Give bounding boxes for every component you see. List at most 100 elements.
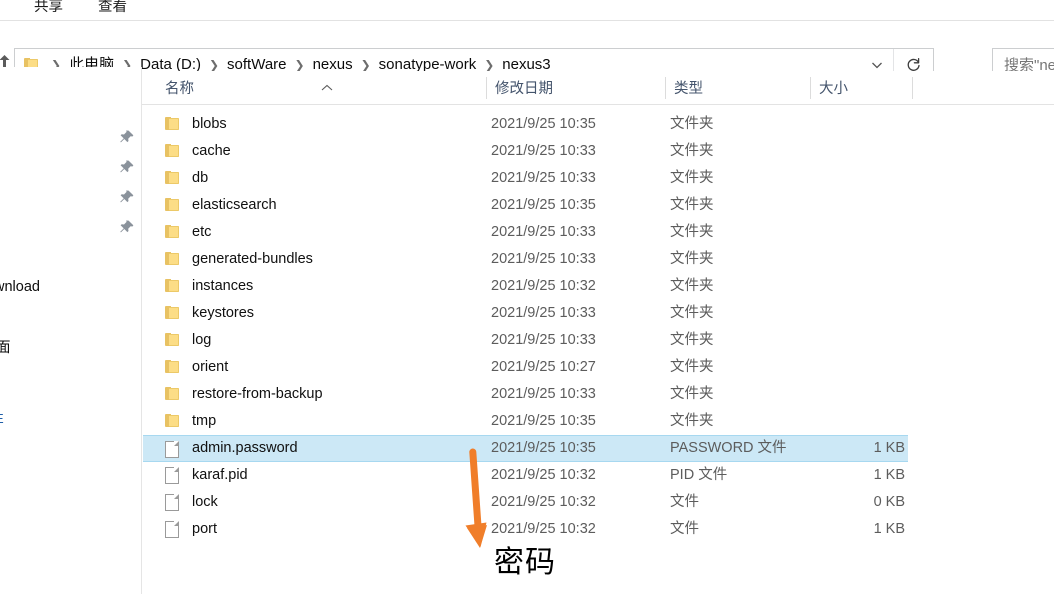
file-type: 文件 (670, 494, 699, 510)
folder-icon (165, 224, 182, 241)
table-row[interactable]: orient 2021/9/25 10:27 文件夹 (143, 354, 908, 381)
table-row[interactable]: admin.password 2021/9/25 10:35 PASSWORD 文件… (143, 435, 908, 462)
file-name: admin.password (192, 440, 298, 456)
table-row[interactable]: blobs 2021/9/25 10:35 文件夹 (143, 111, 908, 138)
file-date-modified: 2021/9/25 10:35 (491, 197, 596, 213)
nav-item-desktop[interactable]: 面 (0, 339, 11, 357)
column-header-size[interactable]: 大小 (810, 71, 912, 104)
table-row[interactable]: keystores 2021/9/25 10:33 文件夹 (143, 300, 908, 327)
file-size (783, 300, 905, 327)
file-name: elasticsearch (192, 197, 277, 213)
file-type: 文件夹 (670, 143, 714, 159)
file-name: port (192, 521, 217, 537)
folder-icon (165, 386, 182, 403)
file-date-modified: 2021/9/25 10:33 (491, 305, 596, 321)
sort-ascending-caret-icon (320, 79, 334, 91)
file-name: generated-bundles (192, 251, 313, 267)
table-row[interactable]: restore-from-backup 2021/9/25 10:33 文件夹 (143, 381, 908, 408)
annotation-label: 密码 (494, 546, 556, 579)
file-name: orient (192, 359, 229, 375)
pin-icon[interactable] (119, 129, 135, 145)
table-row[interactable]: instances 2021/9/25 10:32 文件夹 (143, 273, 908, 300)
file-type: 文件夹 (670, 359, 714, 375)
file-type: PASSWORD 文件 (670, 440, 787, 456)
navigation-pane: wnload 面 E (0, 67, 141, 594)
file-size (783, 192, 905, 219)
file-date-modified: 2021/9/25 10:33 (491, 143, 596, 159)
table-row[interactable]: elasticsearch 2021/9/25 10:35 文件夹 (143, 192, 908, 219)
file-type: 文件夹 (670, 170, 714, 186)
file-type: 文件夹 (670, 251, 714, 267)
folder-icon (165, 251, 182, 268)
file-icon (165, 441, 182, 458)
folder-icon (165, 197, 182, 214)
file-name: cache (192, 143, 231, 159)
folder-icon (165, 305, 182, 322)
file-date-modified: 2021/9/25 10:35 (491, 116, 596, 132)
file-size: 0 KB (873, 494, 905, 510)
file-list[interactable]: blobs 2021/9/25 10:35 文件夹 cache 2021/9/25 10… (142, 106, 1054, 594)
table-row[interactable]: port 2021/9/25 10:32 文件 1 KB (143, 516, 908, 543)
file-type: 文件夹 (670, 413, 714, 429)
file-type: 文件夹 (670, 332, 714, 348)
nav-item-downloads[interactable]: wnload (0, 278, 40, 296)
file-date-modified: 2021/9/25 10:32 (491, 278, 596, 294)
file-name: blobs (192, 116, 227, 132)
tab-share[interactable]: 共享 (34, 0, 63, 18)
file-size (783, 219, 905, 246)
file-icon (165, 494, 182, 511)
file-size (783, 408, 905, 435)
file-type: 文件夹 (670, 386, 714, 402)
table-row[interactable]: cache 2021/9/25 10:33 文件夹 (143, 138, 908, 165)
column-header-date-modified[interactable]: 修改日期 (486, 71, 665, 104)
column-divider[interactable] (912, 77, 913, 99)
file-type: 文件夹 (670, 197, 714, 213)
file-size (783, 327, 905, 354)
nav-item-clipped[interactable]: E (0, 410, 4, 428)
file-size (783, 273, 905, 300)
file-name: lock (192, 494, 218, 510)
table-row[interactable]: lock 2021/9/25 10:32 文件 0 KB (143, 489, 908, 516)
file-name: tmp (192, 413, 217, 429)
file-name: db (192, 170, 209, 186)
file-icon (165, 521, 182, 538)
table-row[interactable]: db 2021/9/25 10:33 文件夹 (143, 165, 908, 192)
file-date-modified: 2021/9/25 10:32 (491, 521, 596, 537)
folder-icon (165, 116, 182, 133)
file-type: 文件夹 (670, 305, 714, 321)
ribbon-tab-strip: 共享 查看 (0, 0, 1054, 21)
file-type: PID 文件 (670, 467, 728, 483)
table-row[interactable]: karaf.pid 2021/9/25 10:32 PID 文件 1 KB (143, 462, 908, 489)
table-row[interactable]: generated-bundles 2021/9/25 10:33 文件夹 (143, 246, 908, 273)
file-name: restore-from-backup (192, 386, 323, 402)
table-row[interactable]: log 2021/9/25 10:33 文件夹 (143, 327, 908, 354)
file-size (783, 138, 905, 165)
file-name: log (192, 332, 212, 348)
column-header-type[interactable]: 类型 (665, 71, 810, 104)
file-size (783, 165, 905, 192)
file-date-modified: 2021/9/25 10:33 (491, 332, 596, 348)
table-row[interactable]: etc 2021/9/25 10:33 文件夹 (143, 219, 908, 246)
file-name: etc (192, 224, 212, 240)
pin-icon[interactable] (119, 159, 135, 175)
file-date-modified: 2021/9/25 10:35 (491, 440, 596, 456)
folder-icon (165, 413, 182, 430)
pin-icon[interactable] (119, 189, 135, 205)
file-date-modified: 2021/9/25 10:27 (491, 359, 596, 375)
file-type: 文件夹 (670, 224, 714, 240)
folder-icon (165, 332, 182, 349)
file-name: instances (192, 278, 254, 294)
file-name: karaf.pid (192, 467, 248, 483)
file-type: 文件夹 (670, 278, 714, 294)
tab-view[interactable]: 查看 (98, 0, 127, 18)
file-date-modified: 2021/9/25 10:35 (491, 413, 596, 429)
file-size: 1 KB (873, 467, 905, 483)
file-size: 1 KB (873, 521, 905, 537)
file-size (783, 111, 905, 138)
pin-icon[interactable] (119, 219, 135, 235)
table-row[interactable]: tmp 2021/9/25 10:35 文件夹 (143, 408, 908, 435)
file-type: 文件夹 (670, 116, 714, 132)
folder-icon (165, 143, 182, 160)
navigation-bar: ❯ 此电脑 ❯ Data (D:) ❯ softWare ❯ nexus ❯ s… (0, 21, 1054, 82)
file-icon (165, 467, 182, 484)
